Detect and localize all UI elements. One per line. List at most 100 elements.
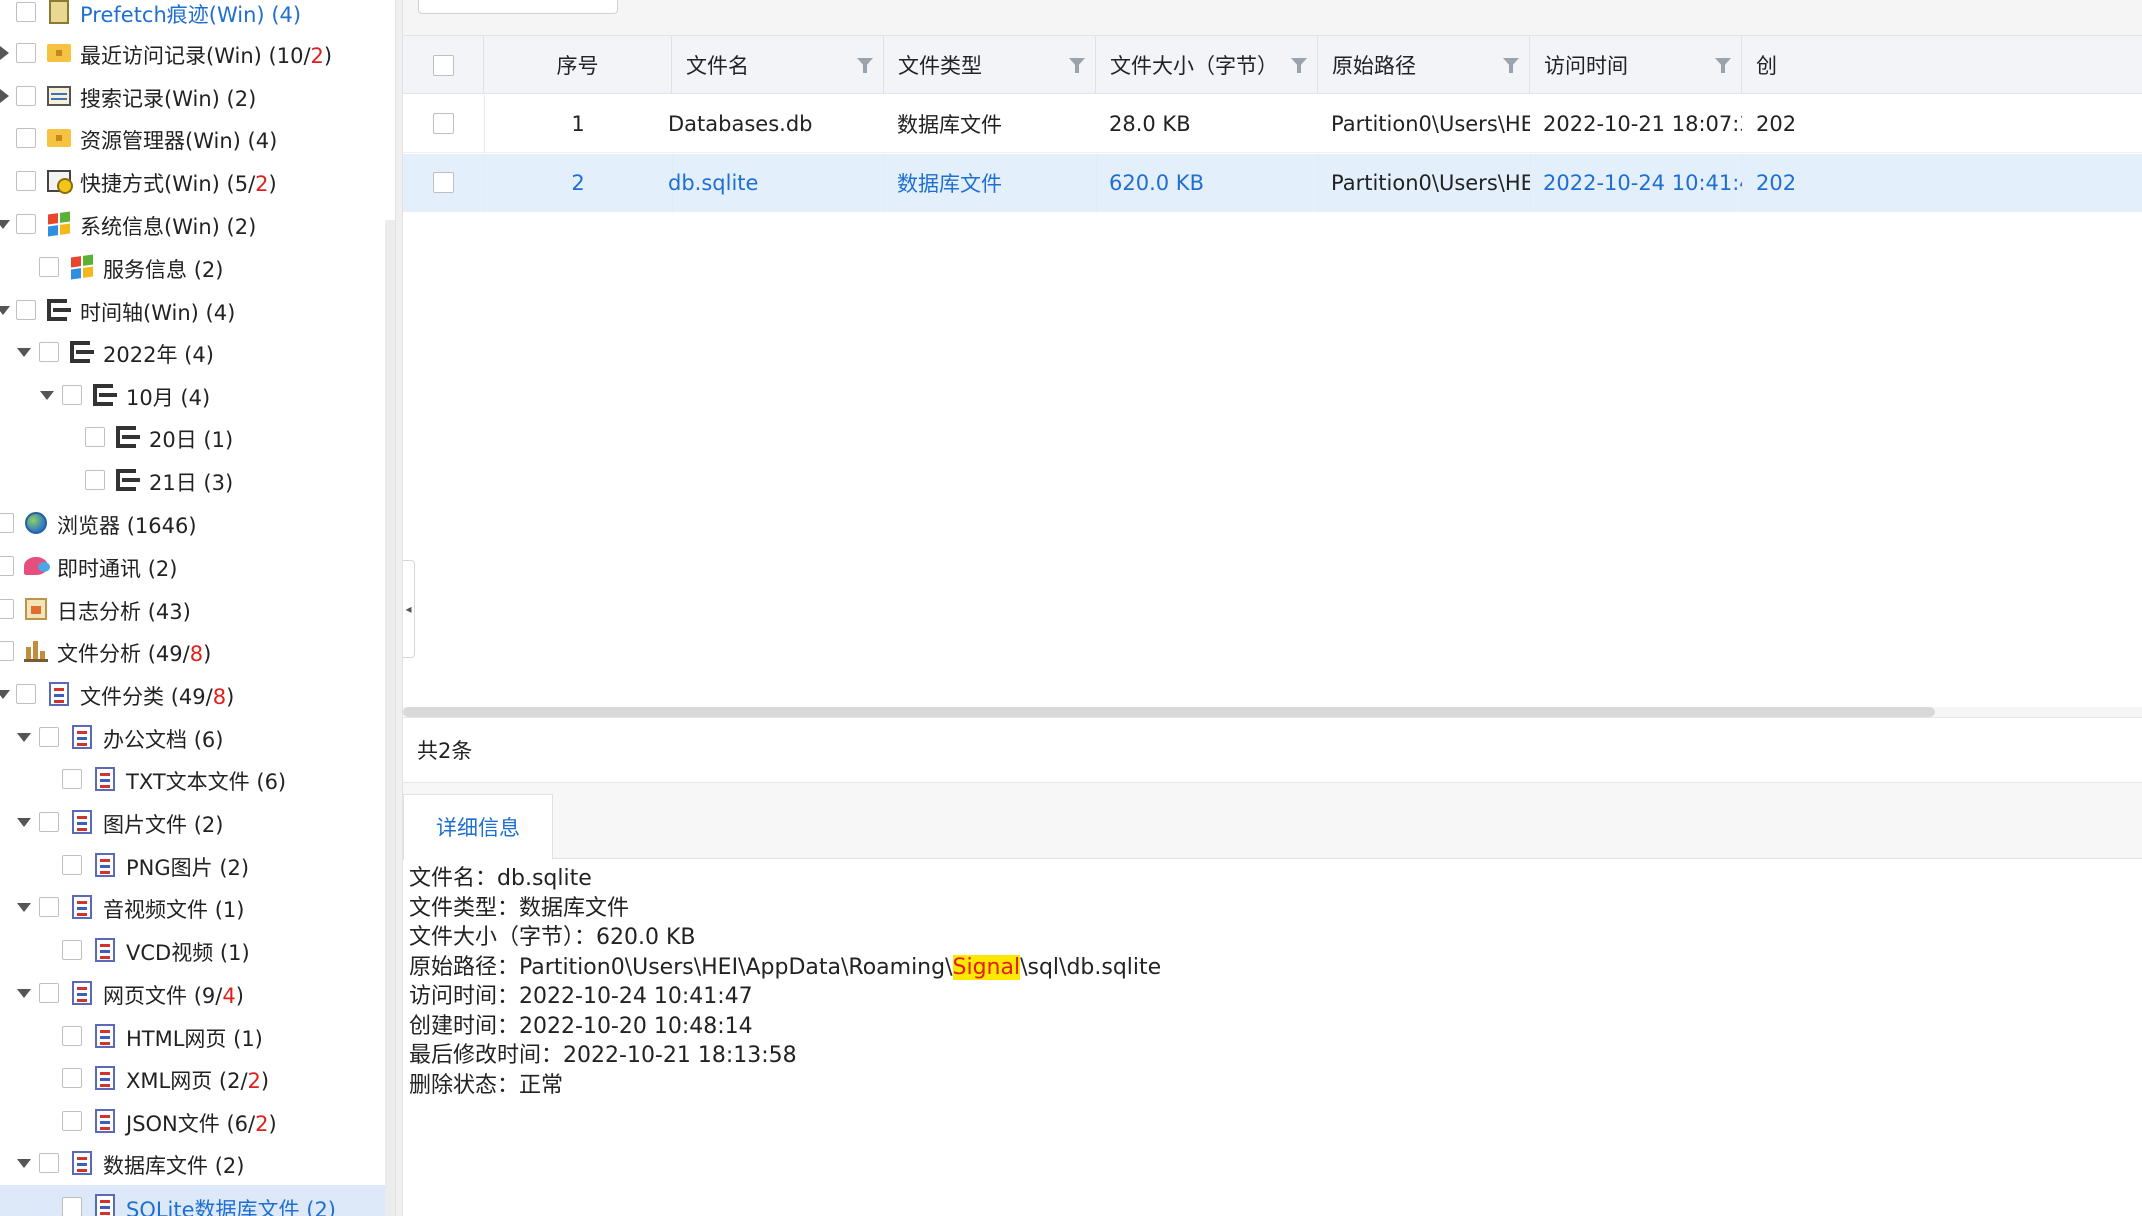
header-select-all[interactable]	[403, 36, 484, 94]
timeline-icon	[115, 467, 141, 493]
tree-item-recent-access[interactable]: 最近访问记录(Win) (10/2)	[0, 33, 395, 73]
tree-item-timeline[interactable]: 时间轴(Win) (4)	[0, 290, 395, 330]
tree-checkbox[interactable]	[16, 43, 36, 63]
tree-item-image-files[interactable]: 图片文件 (2)	[0, 802, 395, 842]
cell-index: 1	[571, 112, 585, 136]
tree-checkbox[interactable]	[16, 300, 36, 320]
tree-checkbox[interactable]	[39, 897, 59, 917]
collapse-arrow-icon[interactable]	[17, 348, 31, 357]
column-header-create-time[interactable]: 创	[1742, 36, 2142, 94]
tree-item-file-category[interactable]: 文件分类 (49/8)	[0, 674, 395, 714]
tree-item-day-21[interactable]: 21日 (3)	[0, 460, 395, 500]
panel-splitter[interactable]	[395, 0, 403, 1216]
row-checkbox[interactable]	[433, 113, 454, 134]
tree-checkbox[interactable]	[0, 599, 14, 619]
tree-checkbox[interactable]	[16, 128, 36, 148]
tree-checkbox[interactable]	[16, 684, 36, 704]
tree-checkbox[interactable]	[0, 556, 14, 576]
tab-details[interactable]: 详细信息	[403, 794, 553, 860]
main-panel: 序号 文件名 文件类型 文件大小（字节） 原始路径 访问时间 创 1 Datab…	[403, 0, 2142, 1216]
filter-icon[interactable]	[1503, 58, 1519, 73]
tree-checkbox[interactable]	[85, 427, 105, 447]
toolbar-field[interactable]	[418, 0, 618, 14]
expand-arrow-icon[interactable]	[0, 46, 9, 60]
column-header-filename[interactable]: 文件名	[672, 36, 884, 94]
tree-checkbox[interactable]	[39, 812, 59, 832]
windows-logo-icon	[69, 254, 95, 280]
tree-item-xml-pages[interactable]: XML网页 (2/2)	[0, 1058, 395, 1098]
table-row[interactable]: 2 db.sqlite 数据库文件 620.0 KB Partition0\Us…	[403, 154, 2142, 212]
tree-item-browser[interactable]: 浏览器 (1646)	[0, 503, 395, 543]
tree-checkbox[interactable]	[16, 86, 36, 106]
tree-checkbox[interactable]	[62, 769, 82, 789]
tree-item-system-info[interactable]: 系统信息(Win) (2)	[0, 204, 395, 244]
tree-item-search-history[interactable]: 搜索记录(Win) (2)	[0, 76, 395, 116]
tree-checkbox[interactable]	[62, 940, 82, 960]
collapse-arrow-icon[interactable]	[17, 733, 31, 742]
table-row[interactable]: 1 Databases.db 数据库文件 28.0 KB Partition0\…	[403, 95, 2142, 153]
tree-item-label: Prefetch痕迹(Win)	[80, 3, 265, 27]
tree-item-shortcuts[interactable]: 快捷方式(Win) (5/2)	[0, 161, 395, 201]
tree-item-av-files[interactable]: 音视频文件 (1)	[0, 887, 395, 927]
tree-item-database-files[interactable]: 数据库文件 (2)	[0, 1143, 395, 1183]
row-checkbox[interactable]	[433, 172, 454, 193]
collapse-arrow-icon[interactable]	[0, 690, 10, 699]
select-all-checkbox[interactable]	[432, 54, 454, 76]
tree-item-label: 文件分类	[80, 685, 164, 709]
tree-item-log-analysis[interactable]: 日志分析 (43)	[0, 589, 395, 629]
tree-checkbox[interactable]	[39, 257, 59, 277]
filter-icon[interactable]	[1715, 58, 1731, 73]
filter-icon[interactable]	[1291, 58, 1307, 73]
column-header-index[interactable]: 序号	[484, 36, 672, 94]
tree-checkbox[interactable]	[85, 470, 105, 490]
tree-item-vcd-video[interactable]: VCD视频 (1)	[0, 930, 395, 970]
tree-checkbox[interactable]	[39, 1153, 59, 1173]
tree-item-sqlite-files[interactable]: SQLite数据库文件 (2)	[0, 1185, 395, 1216]
collapse-arrow-icon[interactable]	[0, 306, 10, 315]
horizontal-scrollbar-thumb[interactable]	[403, 707, 1935, 717]
tree-item-month-10[interactable]: 10月 (4)	[0, 375, 395, 415]
expand-arrow-icon[interactable]	[0, 89, 9, 103]
tree-checkbox[interactable]	[62, 1111, 82, 1131]
column-header-access-time[interactable]: 访问时间	[1530, 36, 1742, 94]
tree-checkbox[interactable]	[16, 171, 36, 191]
collapse-arrow-icon[interactable]	[17, 1159, 31, 1168]
tree-item-instant-messaging[interactable]: 即时通讯 (2)	[0, 546, 395, 586]
tree-checkbox[interactable]	[0, 641, 14, 661]
tree-item-office-docs[interactable]: 办公文档 (6)	[0, 717, 395, 757]
filter-icon[interactable]	[857, 58, 873, 73]
tree-checkbox[interactable]	[39, 342, 59, 362]
tree-item-web-files[interactable]: 网页文件 (9/4)	[0, 973, 395, 1013]
tree-item-json-files[interactable]: JSON文件 (6/2)	[0, 1101, 395, 1141]
column-header-filetype[interactable]: 文件类型	[884, 36, 1096, 94]
collapse-arrow-icon[interactable]	[40, 391, 54, 400]
collapse-arrow-icon[interactable]	[0, 220, 10, 229]
tree-item-day-20[interactable]: 20日 (1)	[0, 417, 395, 457]
tree-item-explorer[interactable]: 资源管理器(Win) (4)	[0, 118, 395, 158]
tree-item-txt-files[interactable]: TXT文本文件 (6)	[0, 759, 395, 799]
tree-item-html-pages[interactable]: HTML网页 (1)	[0, 1016, 395, 1056]
column-header-path[interactable]: 原始路径	[1318, 36, 1530, 94]
tree-checkbox[interactable]	[62, 1068, 82, 1088]
tree-item-png-images[interactable]: PNG图片 (2)	[0, 845, 395, 885]
tree-checkbox[interactable]	[16, 214, 36, 234]
tree-checkbox[interactable]	[16, 2, 36, 22]
timeline-icon	[92, 382, 118, 408]
tree-item-prefetch[interactable]: Prefetch痕迹(Win) (4)	[0, 0, 395, 32]
tree-checkbox[interactable]	[39, 983, 59, 1003]
tree-checkbox[interactable]	[62, 855, 82, 875]
tree-checkbox[interactable]	[62, 1197, 82, 1216]
tree-item-service-info[interactable]: 服务信息 (2)	[0, 247, 395, 287]
collapse-arrow-icon[interactable]	[17, 903, 31, 912]
tree-checkbox[interactable]	[0, 513, 14, 533]
tree-checkbox[interactable]	[62, 385, 82, 405]
column-header-filesize[interactable]: 文件大小（字节）	[1096, 36, 1318, 94]
tree-checkbox[interactable]	[39, 727, 59, 747]
tree-item-year-2022[interactable]: 2022年 (4)	[0, 332, 395, 372]
tree-item-file-analysis[interactable]: 文件分析 (49/8)	[0, 631, 395, 671]
tree-checkbox[interactable]	[62, 1026, 82, 1046]
tree-scrollbar[interactable]	[385, 220, 395, 1216]
collapse-arrow-icon[interactable]	[17, 818, 31, 827]
filter-icon[interactable]	[1069, 58, 1085, 73]
collapse-arrow-icon[interactable]	[17, 989, 31, 998]
